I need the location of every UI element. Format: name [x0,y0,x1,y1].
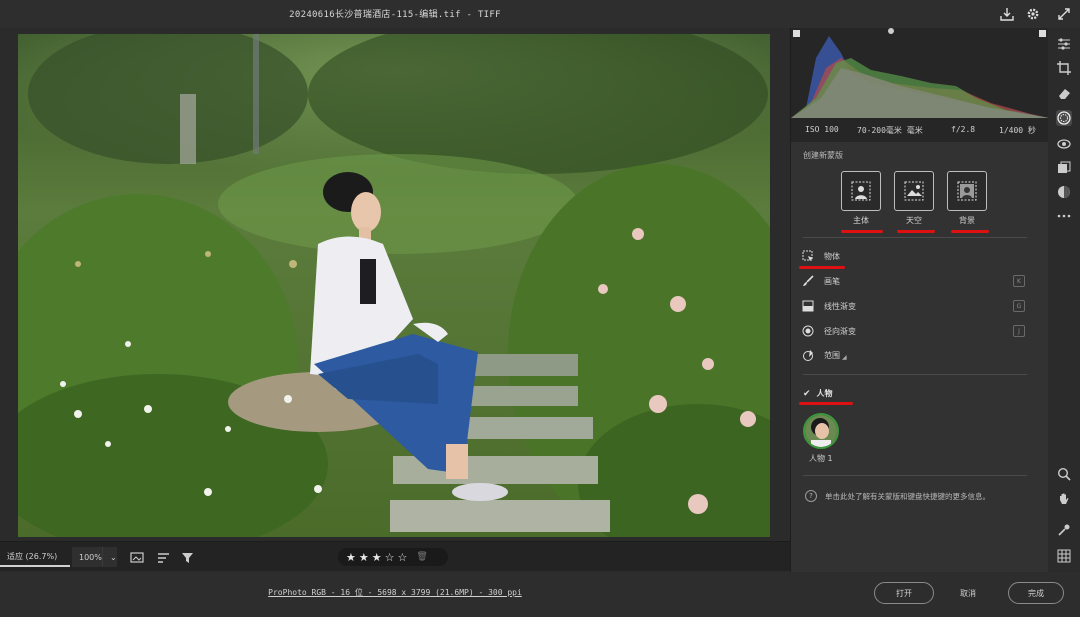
zoom-100-button[interactable]: 100% [72,547,102,567]
range-icon [801,349,815,361]
hand-icon[interactable] [1056,491,1072,507]
color-icon[interactable] [1056,184,1072,200]
star-4[interactable]: ☆ [385,551,395,564]
compare-view-icon[interactable] [130,550,146,564]
cancel-button[interactable]: 取消 [938,582,998,604]
divider [803,374,1027,375]
sort-icon[interactable] [156,550,172,564]
annotation-underline-subject [841,230,883,233]
annotation-underline-background [951,230,989,233]
select-background-button[interactable] [947,171,987,211]
person-1-thumbnail[interactable] [803,413,839,449]
grid-icon[interactable] [1056,548,1072,564]
star-1[interactable]: ★ [346,551,356,564]
more-icon[interactable] [1056,208,1072,224]
expand-icon[interactable] [1055,5,1073,23]
exif-shutter: 1/400 秒 [999,126,1036,135]
exif-iso: ISO 100 [805,125,839,134]
linear-gradient-icon [801,300,815,312]
background-label: 背景 [959,216,975,225]
open-button[interactable]: 打开 [874,582,934,604]
title-bar: 20240616长沙普瑞酒店-115-编辑.tif - TIFF [0,0,1080,28]
zoom-dropdown[interactable]: ⌄ [102,547,117,567]
tool-label: 画笔 [824,276,840,286]
subject-label: 主体 [853,216,869,225]
tool-label: 线性渐变 [824,301,856,311]
masking-icon[interactable] [1056,110,1072,126]
select-subject-button[interactable] [841,171,881,211]
export-icon[interactable] [998,5,1016,23]
shortcut-key: J [1013,325,1025,337]
filter-icon[interactable] [180,550,196,564]
tool-object[interactable]: 物体 [801,247,1029,265]
annotation-underline-object [799,266,845,269]
redeye-icon[interactable] [1056,136,1072,152]
masking-panel: ISO 100 70-200毫米 毫米 f/2.8 1/400 秒 创建新蒙版 … [790,28,1049,572]
radial-gradient-icon [801,325,815,337]
eyedropper-icon[interactable] [1056,522,1072,538]
tool-range[interactable]: 范围 ◢ [801,346,1029,364]
sky-label: 天空 [906,216,922,225]
shortcut-key: K [1013,275,1025,287]
shortcut-key: G [1013,300,1025,312]
tool-label: 径向渐变 [824,326,856,336]
gear-icon[interactable] [1024,5,1042,23]
star-2[interactable]: ★ [359,551,369,564]
tool-strip [1048,28,1080,572]
histogram [791,28,1049,122]
divider [803,475,1027,476]
star-3[interactable]: ★ [372,551,382,564]
help-text: 单击此处了解有关蒙版和键盘快捷键的更多信息。 [825,491,990,501]
done-button[interactable]: 完成 [1008,582,1064,604]
tool-brush[interactable]: 画笔 K [801,272,1029,290]
zoom-fit-button[interactable]: 适应 (26.7%) [0,547,70,567]
workflow-options-link[interactable]: ProPhoto RGB - 16 位 - 5698 x 3799 (21.6M… [0,587,790,598]
window-title: 20240616长沙普瑞酒店-115-编辑.tif - TIFF [289,10,501,20]
help-icon: ? [805,490,817,502]
exif-lens: 70-200毫米 毫米 [857,126,923,135]
annotation-underline-people [799,402,853,405]
annotation-underline-sky [897,230,935,233]
tool-linear-gradient[interactable]: 线性渐变 G [801,297,1029,315]
image-toolbar: 适应 (26.7%) 100% ⌄ ★ ★ ★ ☆ ☆ 🗑 [0,541,790,571]
person-1-label: 人物 1 [809,454,833,463]
eraser-icon[interactable] [1056,85,1072,101]
tool-radial-gradient[interactable]: 径向渐变 J [801,322,1029,340]
create-mask-heading: 创建新蒙版 [803,151,843,160]
star-rating[interactable]: ★ ★ ★ ☆ ☆ 🗑 [338,548,448,566]
status-bar: ProPhoto RGB - 16 位 - 5698 x 3799 (21.6M… [0,572,1080,617]
tool-label: 范围 [824,350,840,360]
divider [803,237,1027,238]
star-5[interactable]: ☆ [398,551,408,564]
people-heading: 人物 [816,389,833,398]
exif-aperture: f/2.8 [951,125,976,134]
photo-canvas[interactable] [18,34,770,537]
select-sky-button[interactable] [894,171,934,211]
edit-sliders-icon[interactable] [1056,36,1072,52]
people-section-header[interactable]: ✔ 人物 [803,388,833,399]
presets-icon[interactable] [1056,160,1072,176]
object-select-icon [801,250,815,262]
zoom-icon[interactable] [1056,466,1072,482]
checkmark-icon: ✔ [803,388,811,399]
exif-info: ISO 100 70-200毫米 毫米 f/2.8 1/400 秒 [791,122,1049,142]
trash-icon[interactable]: 🗑 [416,552,427,562]
crop-icon[interactable] [1056,60,1072,76]
brush-icon [801,275,815,287]
tool-label: 物体 [824,251,840,261]
masking-help-link[interactable]: ? 单击此处了解有关蒙版和键盘快捷键的更多信息。 [805,490,1037,502]
submenu-caret-icon: ◢ [842,354,847,361]
